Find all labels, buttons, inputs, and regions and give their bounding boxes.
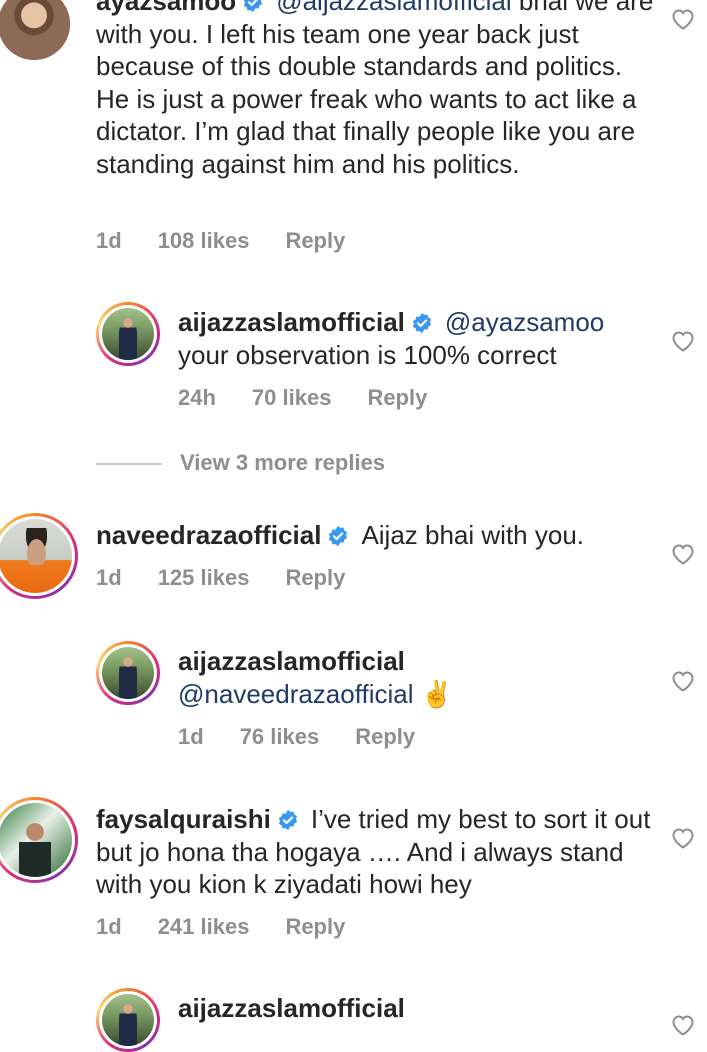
comment-body: bhai we are with you. I left his team on… [96, 0, 654, 179]
username[interactable]: aijazzaslamofficial [178, 307, 405, 337]
heart-outline-icon[interactable] [671, 1014, 695, 1036]
heart-outline-icon[interactable] [671, 8, 695, 30]
likes-count[interactable]: 108 likes [158, 228, 250, 253]
comment-meta: 1d 108 likes Reply [96, 228, 381, 254]
verified-badge-icon [278, 809, 297, 831]
comment-text: ayazsamoo @aijazzaslamofficial bhai we ar… [96, 0, 656, 180]
comment-meta: 1d 76 likes Reply [178, 724, 451, 750]
heart-outline-icon[interactable] [671, 670, 695, 692]
timestamp: 1d [96, 914, 122, 939]
verified-badge-icon [412, 312, 431, 334]
reply-button[interactable]: Reply [285, 565, 345, 590]
timestamp: 1d [96, 228, 122, 253]
comment-text: aijazzaslamofficial @ayazsamoo your observ… [178, 306, 658, 371]
reply-button[interactable]: Reply [367, 385, 427, 410]
avatar-image [0, 803, 72, 877]
username[interactable]: aijazzaslamofficial [178, 993, 405, 1023]
comment-meta: 1d 125 likes Reply [96, 565, 381, 591]
reply-button[interactable]: Reply [285, 228, 345, 253]
likes-count[interactable]: 241 likes [158, 914, 250, 939]
avatar-image [102, 308, 154, 360]
heart-outline-icon[interactable] [671, 543, 695, 565]
avatar[interactable] [96, 641, 160, 705]
comment-text: naveedrazaofficial Aijaz bhai with you. [96, 519, 656, 552]
comment-text: aijazzaslamofficial @naveedrazaofficial ✌… [178, 645, 658, 710]
avatar[interactable] [96, 988, 160, 1052]
reply-button[interactable]: Reply [355, 724, 415, 749]
verified-badge-icon [244, 0, 263, 13]
view-more-label: View 3 more replies [180, 450, 386, 475]
avatar-image [102, 647, 154, 699]
view-more-replies-button[interactable]: View 3 more replies [96, 450, 385, 476]
avatar[interactable] [0, 513, 78, 599]
timestamp: 1d [96, 565, 122, 590]
likes-count[interactable]: 70 likes [252, 385, 332, 410]
avatar-image [0, 519, 72, 593]
mention-link[interactable]: @ayazsamoo [445, 307, 604, 337]
comment-meta: 1d 241 likes Reply [96, 914, 381, 940]
comment-body: your observation is 100% correct [178, 339, 557, 370]
likes-count[interactable]: 125 likes [158, 565, 250, 590]
heart-outline-icon[interactable] [671, 330, 695, 352]
username[interactable]: ayazsamoo [96, 0, 236, 16]
comment-meta: 24h 70 likes Reply [178, 385, 463, 411]
comment-body: Aijaz bhai with you. [361, 520, 584, 550]
reply-button[interactable]: Reply [285, 914, 345, 939]
timestamp: 1d [178, 724, 204, 749]
comment-text: aijazzaslamofficial [178, 992, 658, 1025]
avatar-image [0, 0, 70, 60]
avatar-image [102, 994, 154, 1046]
verified-badge-icon [329, 525, 348, 547]
mention-link[interactable]: @aijazzaslamofficial [276, 0, 511, 16]
divider [96, 463, 162, 465]
victory-hand-emoji: ✌️ [420, 678, 454, 709]
username[interactable]: aijazzaslamofficial [178, 646, 405, 676]
heart-outline-icon[interactable] [671, 827, 695, 849]
avatar[interactable] [0, 797, 78, 883]
mention-link[interactable]: @naveedrazaofficial [178, 679, 414, 709]
avatar[interactable] [0, 0, 70, 60]
username[interactable]: faysalquraishi [96, 804, 271, 834]
likes-count[interactable]: 76 likes [240, 724, 320, 749]
timestamp: 24h [178, 385, 216, 410]
comment-text: faysalquraishi I’ve tried my best to sort… [96, 803, 656, 901]
username[interactable]: naveedrazaofficial [96, 520, 321, 550]
avatar[interactable] [96, 302, 160, 366]
